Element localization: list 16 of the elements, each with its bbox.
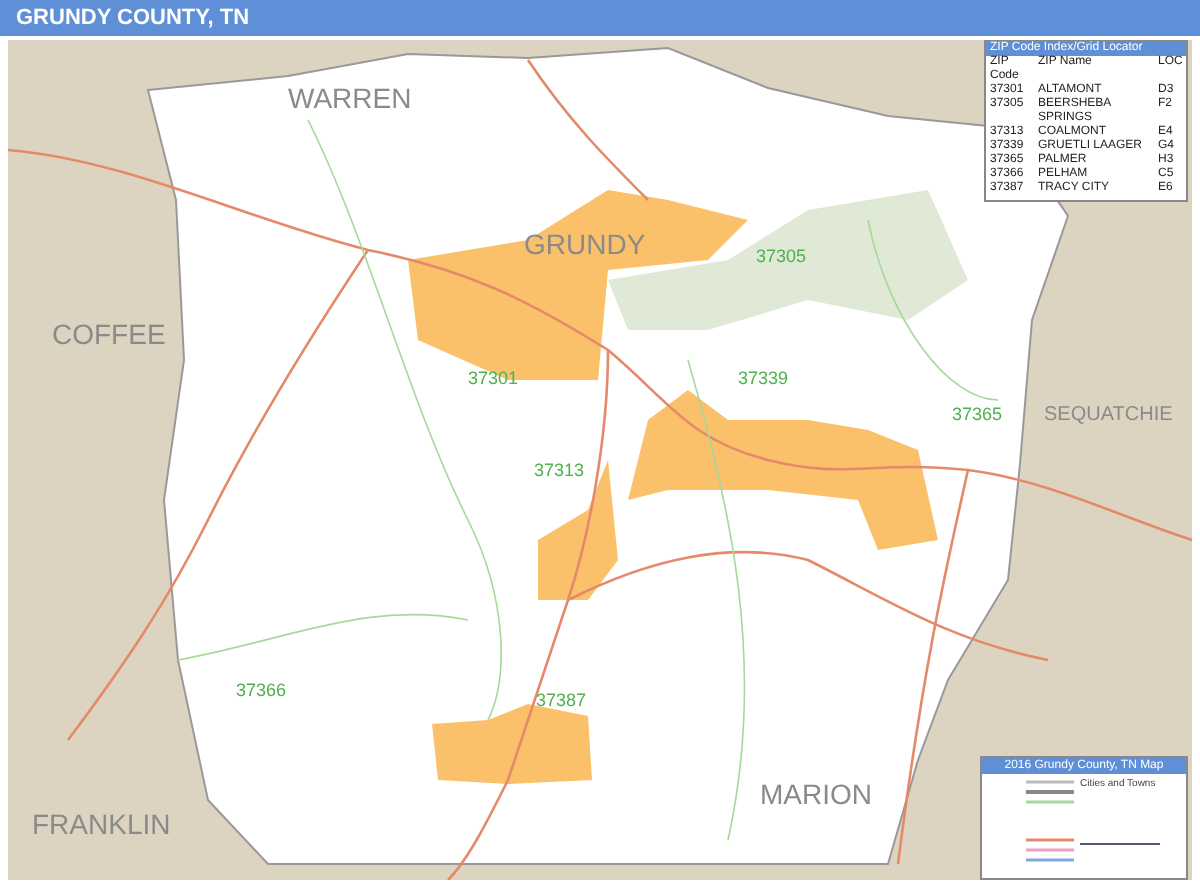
county-label: GRUNDY xyxy=(524,230,646,258)
zip-code-label: 37365 xyxy=(952,406,1003,424)
legend-symbols-drawing xyxy=(1026,780,1074,862)
county-label: FRANKLIN xyxy=(32,810,171,838)
county-label: SEQUATCHIE xyxy=(1044,406,1173,426)
zip-code-label: 37301 xyxy=(468,370,519,388)
zip-code-label: 37339 xyxy=(738,370,789,388)
county-label: COFFEE xyxy=(52,320,166,348)
zip-code-label: 37305 xyxy=(756,248,807,266)
county-label: WARREN xyxy=(288,84,412,112)
county-label: MARION xyxy=(760,780,872,808)
map-title: GRUNDY COUNTY, TN xyxy=(16,3,250,34)
zip-code-label: 37387 xyxy=(536,692,587,710)
zip-code-label: 37366 xyxy=(236,682,287,700)
scale-bar-icon xyxy=(1080,838,1160,850)
zip-code-label: 37313 xyxy=(534,462,585,480)
